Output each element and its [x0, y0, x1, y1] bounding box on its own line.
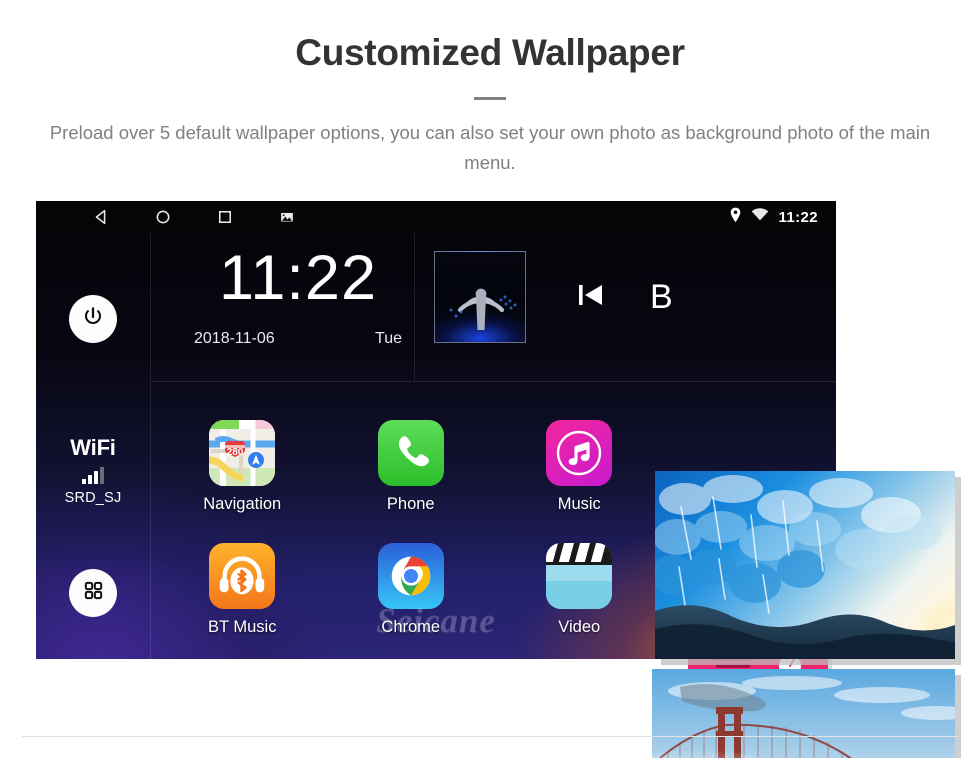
clock-weekday: Tue — [375, 330, 402, 348]
all-apps-button[interactable] — [69, 569, 117, 618]
golden-gate-bridge-wallpaper-art — [652, 669, 955, 758]
rail-divider — [150, 233, 151, 660]
radio-band-label: B — [650, 277, 673, 316]
wifi-ssid-label: SRD_SJ — [64, 490, 122, 507]
chrome-icon — [377, 542, 444, 609]
clapperboard-icon — [546, 542, 613, 609]
clock-date: 2018-11-06 — [194, 330, 275, 348]
page-header: Customized Wallpaper Preload over 5 defa… — [0, 0, 980, 177]
back-triangle-icon[interactable] — [92, 208, 110, 226]
app-label: Phone — [386, 494, 435, 513]
power-button[interactable] — [69, 295, 117, 344]
maps-icon: 280 — [209, 419, 276, 486]
app-chrome[interactable]: Chrome — [327, 528, 496, 651]
recents-square-icon[interactable] — [216, 208, 234, 226]
app-phone[interactable]: Phone — [327, 405, 496, 528]
app-label: Music — [557, 494, 601, 513]
clock-widget[interactable]: 11:22 2018-11-06 Tue — [186, 247, 410, 348]
app-label: BT Music — [208, 617, 277, 636]
home-circle-icon[interactable] — [154, 208, 172, 226]
app-music[interactable]: Music — [495, 405, 664, 528]
page-title: Customized Wallpaper — [295, 32, 685, 73]
android-status-bar: 11:22 — [36, 201, 836, 234]
screenshot-image-icon[interactable] — [278, 208, 296, 226]
wifi-icon — [751, 208, 769, 226]
title-underline-rule — [474, 96, 506, 100]
widget-column-divider — [414, 233, 415, 382]
clock-time: 11:22 — [219, 243, 377, 314]
app-navigation[interactable]: 280 Navigation — [158, 405, 327, 528]
page-subtitle: Preload over 5 default wallpaper options… — [49, 121, 931, 173]
app-label: Video — [558, 617, 601, 636]
wifi-title: WiFi — [70, 435, 116, 461]
app-label: Navigation — [203, 494, 282, 513]
widgets-divider — [151, 381, 836, 383]
previous-track-icon[interactable] — [574, 278, 608, 317]
status-bar-clock: 11:22 — [778, 208, 818, 226]
music-note-icon — [546, 419, 613, 486]
ice-cave-wallpaper[interactable] — [655, 471, 955, 660]
footer-divider — [22, 736, 958, 737]
golden-gate-bridge-wallpaper[interactable] — [652, 669, 955, 758]
wifi-status-block[interactable]: WiFi SRD_SJ — [36, 435, 150, 506]
location-pin-icon — [729, 207, 742, 228]
svg-text:280: 280 — [227, 447, 244, 458]
bluetooth-headphones-icon — [209, 542, 276, 609]
navigation-keys — [92, 208, 296, 226]
app-video[interactable]: Video — [495, 528, 664, 651]
app-bt-music[interactable]: BT Music — [158, 528, 327, 651]
ice-cave-wallpaper-art — [655, 471, 955, 660]
status-indicators: 11:22 — [729, 207, 836, 228]
screenshot-stage: 11:22 WiFi SRD_SJ 11:22 2018-11-06 Tue B… — [0, 201, 980, 758]
app-label: Chrome — [381, 617, 441, 636]
left-rail: WiFi SRD_SJ — [36, 233, 150, 659]
phone-handset-icon — [377, 419, 444, 486]
power-icon — [81, 305, 105, 334]
radio-broadcast-tower-icon[interactable] — [434, 251, 526, 344]
clock-meta-row: 2018-11-06 Tue — [186, 330, 410, 348]
wifi-signal-bars-icon — [36, 467, 150, 485]
radio-widget[interactable]: B — [434, 251, 673, 344]
apps-grid-icon — [82, 579, 105, 607]
